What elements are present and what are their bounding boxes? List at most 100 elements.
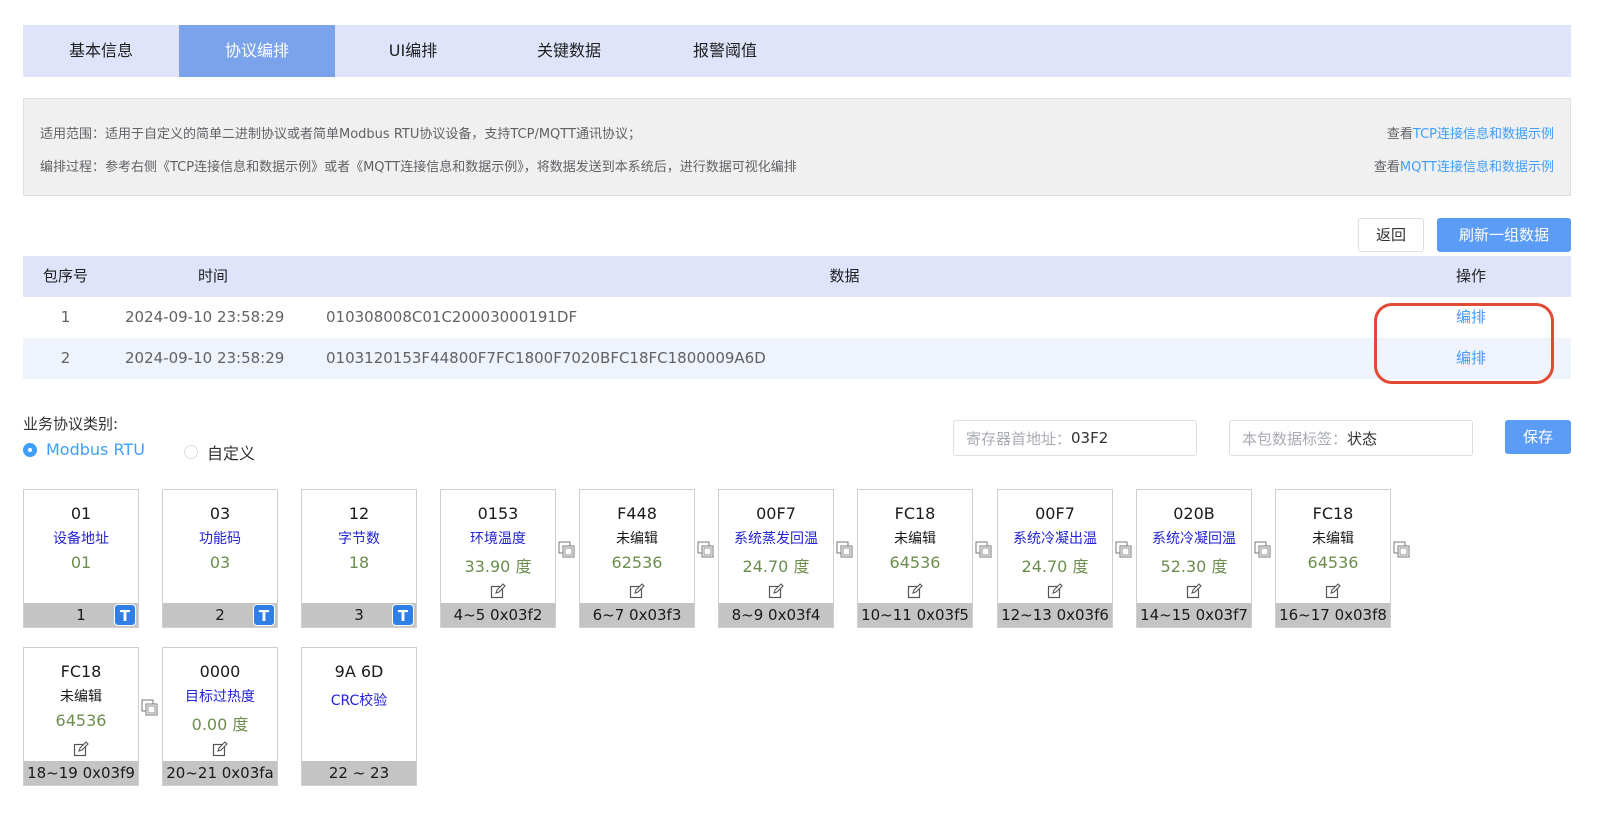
cell-value: 64536 [1307, 553, 1359, 572]
edit-icon[interactable] [1186, 583, 1202, 599]
cell-field-name: 系统冷凝出温 [1013, 531, 1097, 547]
byte-cell[interactable]: 0153 环境温度 33.90 度 4~5 0x03f2 [440, 489, 556, 628]
cell-value: 62536 [611, 553, 663, 572]
back-button[interactable]: 返回 [1358, 218, 1424, 252]
byte-cell[interactable]: 00F7 系统蒸发回温 24.70 度 8~9 0x03f4 [718, 489, 834, 628]
packet-tag-input[interactable]: 本包数据标签： 状态 [1229, 420, 1473, 456]
tab-key-data[interactable]: 关键数据 [491, 25, 647, 77]
edit-icon[interactable] [212, 741, 228, 757]
byte-cell[interactable]: 01 设备地址 01 1 T [23, 489, 139, 628]
merge-icon[interactable] [558, 541, 575, 558]
row-data: 010308008C01C20003000191DF [326, 308, 578, 326]
tab-alarm-threshold[interactable]: 报警阈值 [647, 25, 803, 77]
cell-offset: 6~7 0x03f3 [580, 603, 694, 627]
packet-tag-value: 状态 [1347, 429, 1378, 448]
refresh-data-button[interactable]: 刷新一组数据 [1437, 218, 1571, 252]
cell-value: 01 [70, 553, 92, 572]
radio-checked-icon [23, 442, 37, 457]
table-row: 1 2024-09-10 23:58:29 010308008C01C20003… [23, 297, 1571, 338]
tcp-example-link[interactable]: TCP连接信息和数据示例 [1413, 127, 1554, 142]
tab-protocol-layout[interactable]: 协议编排 [179, 25, 335, 77]
cell-hex: FC18 [1312, 504, 1354, 523]
byte-cell[interactable]: FC18 未编辑 64536 10~11 0x03f5 [857, 489, 973, 628]
cell-field-name: 系统蒸发回温 [734, 531, 818, 547]
cell-offset: 20~21 0x03fa [163, 761, 277, 785]
radio-custom[interactable]: 自定义 [184, 440, 255, 464]
view-mqtt: 查看MQTT连接信息和数据示例 [1374, 156, 1554, 175]
packet-table: 包序号 时间 数据 操作 1 2024-09-10 23:58:29 01030… [23, 256, 1571, 379]
cell-field-name: 字节数 [338, 531, 380, 547]
header-action: 操作 [1455, 267, 1486, 285]
cell-value: 18 [348, 553, 370, 572]
byte-cell[interactable]: FC18 未编辑 64536 16~17 0x03f8 [1275, 489, 1391, 628]
cell-field-name: CRC校验 [330, 693, 388, 709]
radio-modbus-rtu[interactable]: Modbus RTU [23, 440, 145, 459]
merge-icon[interactable] [1115, 541, 1132, 558]
table-row: 2 2024-09-10 23:58:29 0103120153F44800F7… [23, 338, 1571, 379]
edit-icon[interactable] [907, 583, 923, 599]
merge-icon[interactable] [1254, 541, 1271, 558]
byte-cell[interactable]: FC18 未编辑 64536 18~19 0x03f9 [23, 647, 139, 786]
row-data: 0103120153F44800F7FC1800F7020BFC18FC1800… [326, 349, 766, 367]
edit-icon[interactable] [73, 741, 89, 757]
byte-cell[interactable]: 00F7 系统冷凝出温 24.70 度 12~13 0x03f6 [997, 489, 1113, 628]
byte-cell[interactable]: 03 功能码 03 2 T [162, 489, 278, 628]
merge-icon[interactable] [697, 541, 714, 558]
cell-value: 0.00 度 [191, 715, 249, 734]
byte-cell[interactable]: F448 未编辑 62536 6~7 0x03f3 [579, 489, 695, 628]
row-time: 2024-09-10 23:58:29 [125, 349, 285, 367]
byte-cell[interactable]: 12 字节数 18 3 T [301, 489, 417, 628]
packet-tag-label: 本包数据标签： [1242, 429, 1348, 448]
page: 基本信息 协议编排 UI编排 关键数据 报警阈值 适用范围：适用于自定义的简单二… [0, 0, 1600, 826]
tab-bar: 基本信息 协议编排 UI编排 关键数据 报警阈值 [23, 25, 1571, 77]
cell-hex: 0000 [199, 662, 241, 681]
cell-offset: 16~17 0x03f8 [1276, 603, 1390, 627]
type-badge-icon[interactable]: T [253, 604, 275, 626]
cell-field-name: 功能码 [199, 531, 241, 547]
byte-cell[interactable]: 0000 目标过热度 0.00 度 20~21 0x03fa [162, 647, 278, 786]
edit-icon[interactable] [1047, 583, 1063, 599]
mqtt-example-link[interactable]: MQTT连接信息和数据示例 [1400, 160, 1554, 175]
cell-hex: 12 [348, 504, 370, 523]
cell-hex: 00F7 [756, 504, 796, 523]
radio-label: 自定义 [207, 444, 256, 463]
register-address-label: 寄存器首地址： [966, 429, 1072, 448]
cell-field-name: 未编辑 [616, 531, 658, 547]
cell-field-name: 未编辑 [1312, 531, 1354, 547]
byte-cell[interactable]: 9A 6D CRC校验 22 ~ 23 [301, 647, 417, 786]
cell-hex: F448 [617, 504, 657, 523]
header-time: 时间 [197, 267, 228, 285]
register-address-input[interactable]: 寄存器首地址： 03F2 [953, 420, 1197, 456]
table-header: 包序号 时间 数据 操作 [23, 256, 1571, 297]
tab-basic-info[interactable]: 基本信息 [23, 25, 179, 77]
cell-hex: FC18 [894, 504, 936, 523]
edit-icon[interactable] [490, 583, 506, 599]
tab-ui-layout[interactable]: UI编排 [335, 25, 491, 77]
edit-icon[interactable] [629, 583, 645, 599]
cell-offset: 14~15 0x03f7 [1137, 603, 1251, 627]
cell-value: 64536 [889, 553, 941, 572]
cell-field-name: 未编辑 [60, 689, 102, 705]
cell-hex: 9A 6D [334, 662, 384, 681]
merge-icon[interactable] [1393, 541, 1410, 558]
merge-icon[interactable] [141, 699, 158, 716]
edit-icon[interactable] [1325, 583, 1341, 599]
type-badge-icon[interactable]: T [392, 604, 414, 626]
cell-offset: 4~5 0x03f2 [441, 603, 555, 627]
cell-value: 64536 [55, 711, 107, 730]
radio-unchecked-icon [184, 445, 198, 459]
radio-label: Modbus RTU [46, 440, 145, 459]
cell-offset: 10~11 0x03f5 [858, 603, 972, 627]
register-address-value: 03F2 [1071, 429, 1109, 447]
cell-field-name: 目标过热度 [185, 689, 255, 705]
scope-text: 适用范围：适用于自定义的简单二进制协议或者简单Modbus RTU协议设备，支持… [40, 127, 641, 142]
type-badge-icon[interactable]: T [114, 604, 136, 626]
merge-icon[interactable] [975, 541, 992, 558]
merge-icon[interactable] [836, 541, 853, 558]
row-time: 2024-09-10 23:58:29 [125, 308, 285, 326]
cell-hex: 020B [1173, 504, 1215, 523]
byte-cell[interactable]: 020B 系统冷凝回温 52.30 度 14~15 0x03f7 [1136, 489, 1252, 628]
edit-icon[interactable] [768, 583, 784, 599]
cell-value: 03 [209, 553, 231, 572]
save-button[interactable]: 保存 [1505, 420, 1571, 454]
